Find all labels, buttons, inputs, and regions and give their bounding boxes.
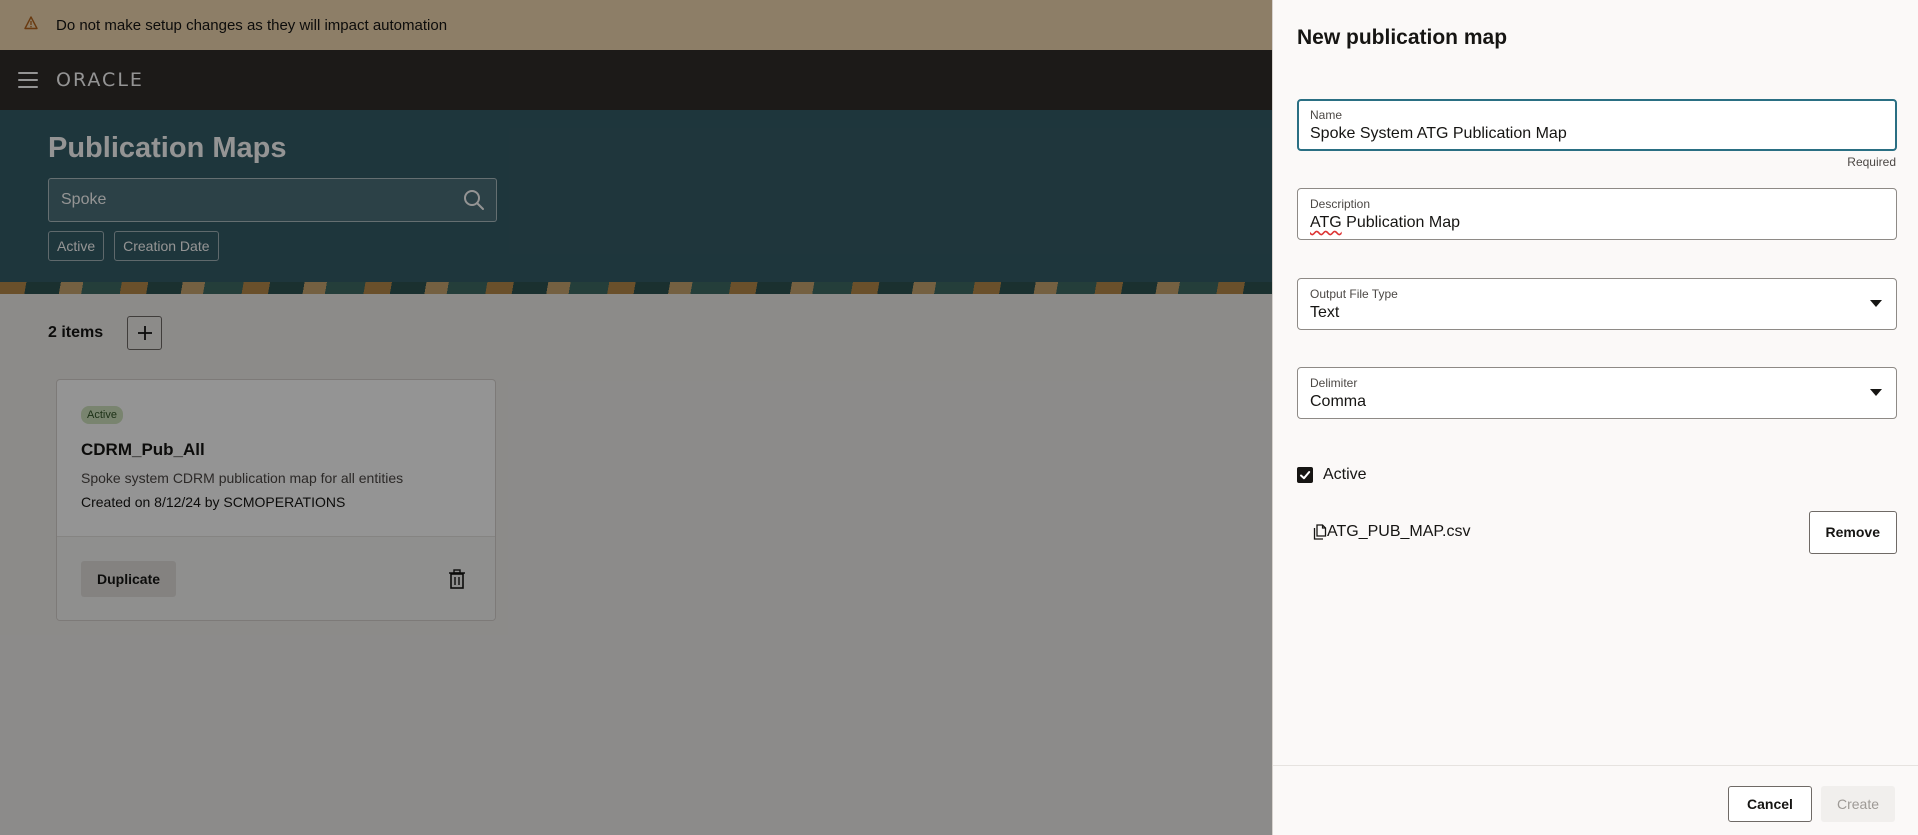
remove-button[interactable]: Remove xyxy=(1808,510,1897,554)
delimiter-label: Delimiter xyxy=(1310,376,1358,390)
active-checkbox[interactable] xyxy=(1297,467,1313,483)
active-checkbox-row[interactable]: Active xyxy=(1297,466,1367,484)
output-file-type-select[interactable]: Output File Type Text xyxy=(1297,278,1897,330)
file-name: ATG_PUB_MAP.csv xyxy=(1327,523,1471,540)
output-file-type-value: Text xyxy=(1310,304,1340,321)
checkmark-icon xyxy=(1300,471,1311,480)
chevron-down-icon[interactable] xyxy=(1870,300,1882,307)
name-input[interactable] xyxy=(1310,125,1884,143)
drawer-title: New publication map xyxy=(1297,26,1508,49)
output-file-type-label: Output File Type xyxy=(1310,287,1398,301)
description-label: Description xyxy=(1310,197,1371,211)
name-label: Name xyxy=(1310,108,1343,122)
file-icon xyxy=(1313,524,1327,540)
name-field[interactable]: Name xyxy=(1297,99,1897,151)
delimiter-select[interactable]: Delimiter Comma xyxy=(1297,367,1897,419)
description-field[interactable]: Description ATG Publication Map xyxy=(1297,188,1897,240)
uploaded-file-row: ATG_PUB_MAP.csv Remove xyxy=(1313,510,1897,554)
delimiter-value: Comma xyxy=(1310,393,1367,410)
create-button[interactable]: Create xyxy=(1821,786,1896,822)
description-input[interactable]: ATG Publication Map xyxy=(1310,214,1884,232)
file-item: ATG_PUB_MAP.csv xyxy=(1313,523,1470,541)
drawer-footer: Cancel Create xyxy=(1273,765,1918,835)
cancel-button[interactable]: Cancel xyxy=(1728,786,1812,822)
chevron-down-icon[interactable] xyxy=(1870,389,1882,396)
required-hint: Required xyxy=(1847,155,1896,169)
active-checkbox-label: Active xyxy=(1323,466,1367,483)
modal-overlay[interactable] xyxy=(0,0,1272,835)
new-publication-map-drawer: New publication map Name Required Descri… xyxy=(1272,0,1918,835)
